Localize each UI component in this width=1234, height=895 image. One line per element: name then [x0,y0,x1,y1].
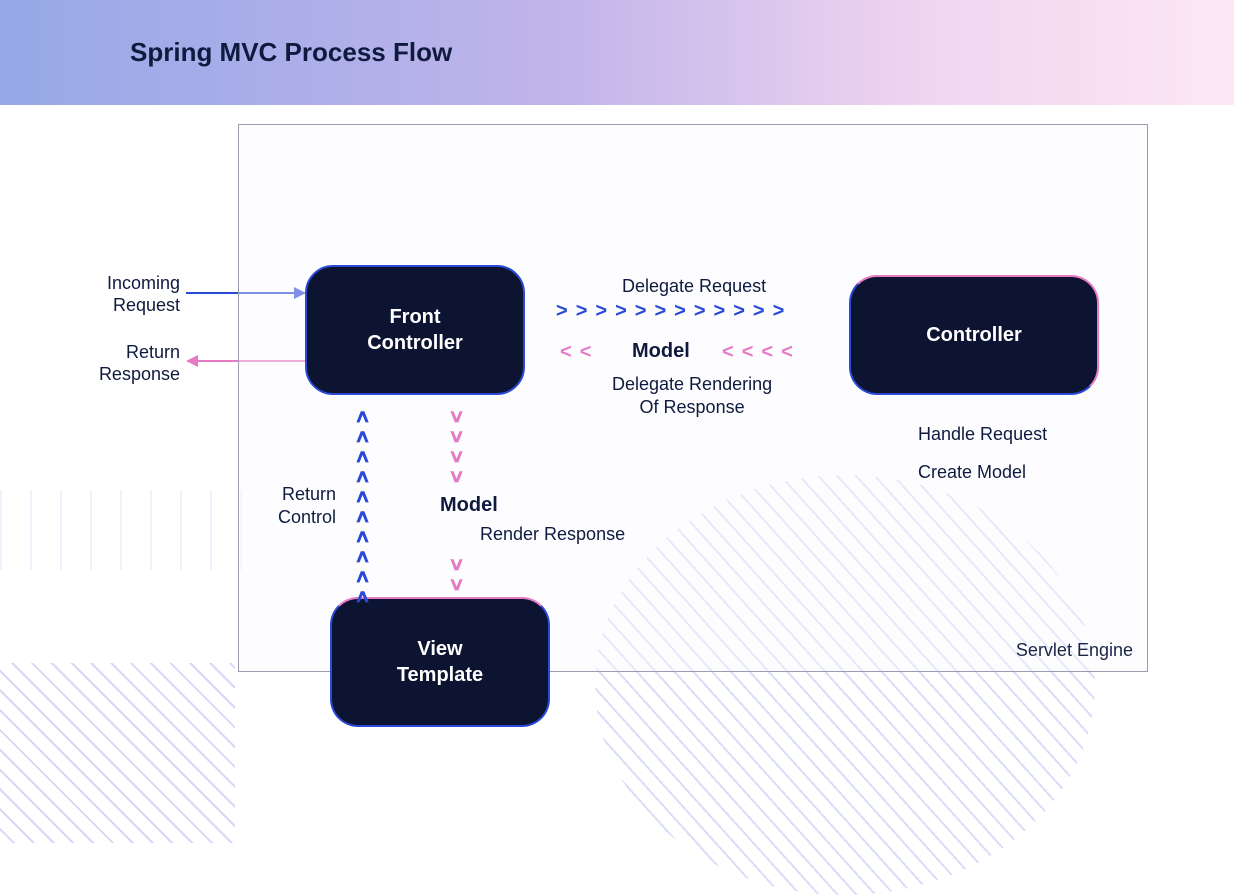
text: Request [113,295,180,315]
view-template-node: View Template [330,597,550,727]
incoming-request-label: Incoming Request [60,273,180,316]
create-model-label: Create Model [918,461,1026,484]
model-center-label: Model [632,339,690,364]
text: Template [397,664,483,686]
decorative-stripes-bottom-left [0,663,235,843]
text: Return [126,342,180,362]
text: Controller [926,324,1022,346]
text: View [417,638,462,660]
container-label: Servlet Engine [1016,640,1133,661]
delegate-rendering-label: Delegate Rendering Of Response [612,373,772,418]
handle-request-label: Handle Request [918,423,1047,446]
text: Control [278,507,336,527]
text: Controller [367,332,463,354]
model-left-label: Model [440,493,498,518]
controller-node: Controller [849,275,1099,395]
decorative-stripes-top [0,490,270,570]
delegate-request-chevrons-icon: >>>>>>>>>>>> [556,300,788,323]
text: Incoming [107,273,180,293]
return-control-chevrons-icon: ∧∧∧∧∧∧∧∧∧∧ [356,407,369,605]
diagram-area: Incoming Request Return Response Servlet… [0,105,1234,692]
delegate-rendering-chevrons-left-icon: << [560,341,595,364]
delegate-request-label: Delegate Request [622,275,766,298]
delegate-rendering-chevrons-right-icon: <<<< [722,341,797,364]
page-title: Spring MVC Process Flow [130,37,452,68]
text: Return [282,484,336,504]
text: Response [99,364,180,384]
return-response-label: Return Response [60,342,180,385]
render-response-chevrons-bottom-icon: ∨∨ [450,555,463,593]
render-response-label: Render Response [480,523,625,546]
return-control-label: Return Control [278,483,336,528]
text: Of Response [640,397,745,417]
front-controller-node: Front Controller [305,265,525,395]
text: Delegate Rendering [612,374,772,394]
render-response-chevrons-top-icon: ∨∨∨∨ [450,407,463,485]
text: Front [389,306,440,328]
header-banner: Spring MVC Process Flow [0,0,1234,105]
